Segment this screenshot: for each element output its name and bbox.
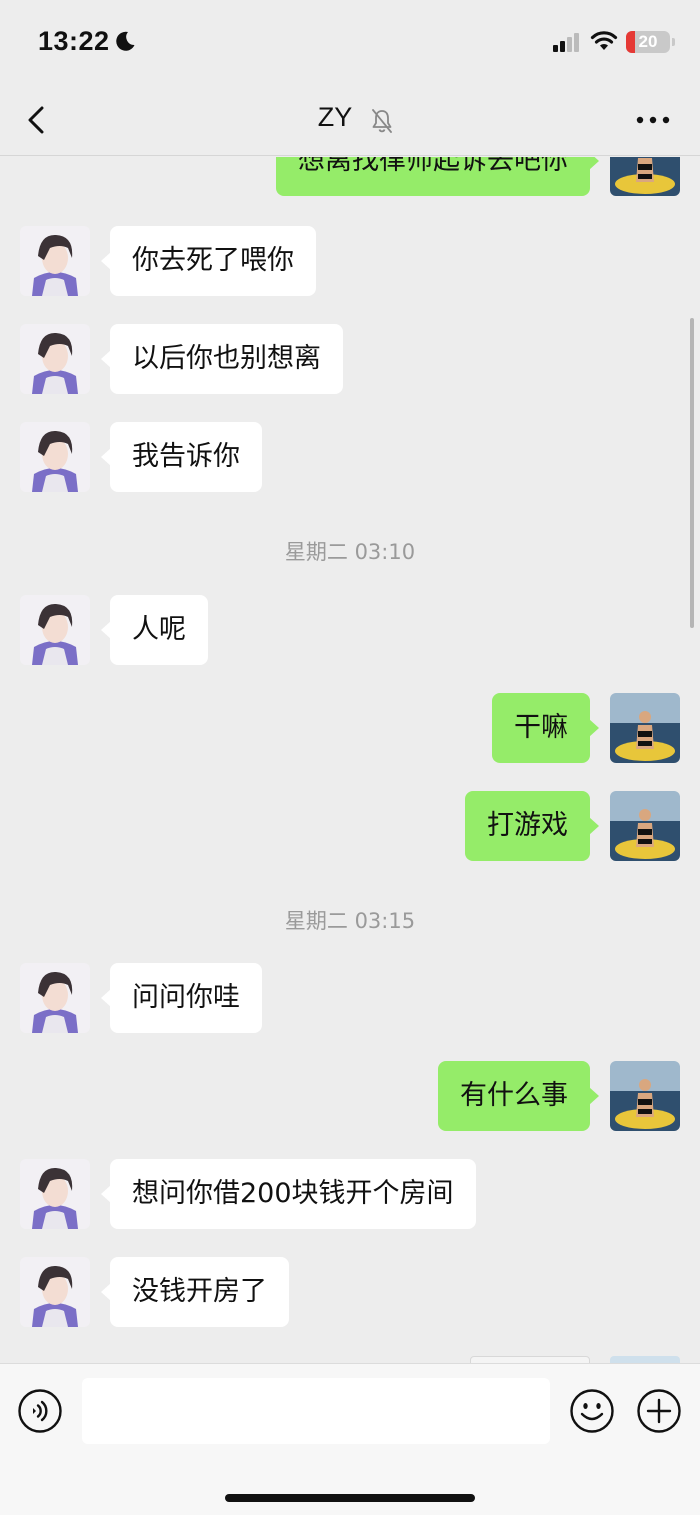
battery-tip bbox=[672, 38, 675, 46]
contact-avatar[interactable] bbox=[20, 226, 90, 296]
message-bubble[interactable]: 以后你也别想离 bbox=[101, 324, 343, 394]
beach-photo-icon bbox=[610, 791, 680, 861]
message-bubble[interactable]: 人呢 bbox=[101, 595, 208, 665]
message-bubble[interactable]: 我告诉你 bbox=[101, 422, 262, 492]
my-avatar[interactable] bbox=[610, 1061, 680, 1131]
contact-avatar[interactable] bbox=[20, 595, 90, 665]
anime-avatar-icon bbox=[20, 422, 90, 492]
anime-avatar-icon bbox=[20, 963, 90, 1033]
anime-avatar-icon bbox=[20, 595, 90, 665]
message-timestamp: 星期二 03:15 bbox=[284, 909, 416, 933]
message-row-outgoing: 打游戏 bbox=[0, 791, 700, 863]
message-row-outgoing: 想离找律师起诉去吧你 bbox=[0, 157, 700, 198]
message-row-outgoing: 有什么事 bbox=[0, 1061, 700, 1133]
message-row-incoming: 我告诉你 bbox=[0, 422, 700, 494]
contact-avatar[interactable] bbox=[20, 1159, 90, 1229]
my-avatar[interactable] bbox=[610, 791, 680, 861]
plus-icon[interactable] bbox=[636, 1388, 682, 1434]
anime-avatar-icon bbox=[20, 1257, 90, 1327]
battery-icon: 20 bbox=[626, 31, 670, 53]
home-indicator[interactable] bbox=[225, 1494, 475, 1502]
anime-avatar-icon bbox=[20, 1159, 90, 1229]
my-avatar[interactable] bbox=[610, 693, 680, 763]
battery-level: 20 bbox=[638, 32, 658, 51]
status-bar: 13:22 20 bbox=[0, 0, 700, 84]
beach-photo-icon bbox=[610, 693, 680, 763]
message-row-incoming: 没钱开房了 bbox=[0, 1257, 700, 1329]
wifi-icon bbox=[590, 31, 618, 50]
message-row-incoming: 你去死了喂你 bbox=[0, 226, 700, 298]
moon-icon bbox=[116, 31, 135, 51]
message-bubble[interactable]: 想问你借200块钱开个房间 bbox=[101, 1159, 476, 1229]
message-bubble[interactable]: 没钱开房了 bbox=[101, 1257, 289, 1327]
mute-bell-icon bbox=[372, 109, 392, 133]
contact-avatar[interactable] bbox=[20, 422, 90, 492]
contact-avatar[interactable] bbox=[20, 1257, 90, 1327]
partial-message-card[interactable] bbox=[470, 1356, 590, 1363]
message-list[interactable]: 想离找律师起诉去吧你 你去死了喂你 以后你也别想离 我告诉你 星期二 03:10… bbox=[0, 157, 700, 1363]
message-row-incoming: 以后你也别想离 bbox=[0, 324, 700, 396]
status-time: 13:22 bbox=[38, 26, 110, 56]
message-bubble[interactable]: 打游戏 bbox=[465, 791, 599, 861]
message-timestamp: 星期二 03:10 bbox=[284, 540, 416, 564]
message-bubble[interactable]: 想离找律师起诉去吧你 bbox=[276, 157, 599, 196]
scrollbar[interactable] bbox=[690, 318, 694, 628]
contact-name: ZY bbox=[317, 102, 353, 132]
message-row-outgoing: 干嘛 bbox=[0, 693, 700, 765]
message-bubble[interactable]: 你去死了喂你 bbox=[101, 226, 316, 296]
my-avatar[interactable] bbox=[610, 1356, 680, 1363]
emoji-icon[interactable] bbox=[569, 1388, 615, 1434]
message-input[interactable] bbox=[82, 1378, 550, 1444]
beach-photo-icon bbox=[610, 157, 680, 196]
message-row-incoming: 人呢 bbox=[0, 595, 700, 667]
chat-header: ZY bbox=[0, 84, 700, 156]
anime-avatar-icon bbox=[20, 324, 90, 394]
beach-photo-icon bbox=[610, 1061, 680, 1131]
contact-avatar[interactable] bbox=[20, 963, 90, 1033]
message-bubble[interactable]: 有什么事 bbox=[438, 1061, 599, 1131]
message-bubble[interactable]: 问问你哇 bbox=[101, 963, 262, 1033]
message-row-incoming: 问问你哇 bbox=[0, 963, 700, 1035]
chat-title: ZY bbox=[0, 102, 700, 133]
message-row-incoming: 想问你借200块钱开个房间 bbox=[0, 1159, 700, 1231]
message-bubble[interactable]: 干嘛 bbox=[492, 693, 599, 763]
more-icon[interactable] bbox=[632, 108, 676, 132]
voice-icon[interactable] bbox=[17, 1388, 63, 1434]
anime-avatar-icon bbox=[20, 226, 90, 296]
contact-avatar[interactable] bbox=[20, 324, 90, 394]
signal-icon bbox=[553, 33, 579, 52]
input-bar bbox=[0, 1363, 700, 1515]
my-avatar[interactable] bbox=[610, 157, 680, 196]
